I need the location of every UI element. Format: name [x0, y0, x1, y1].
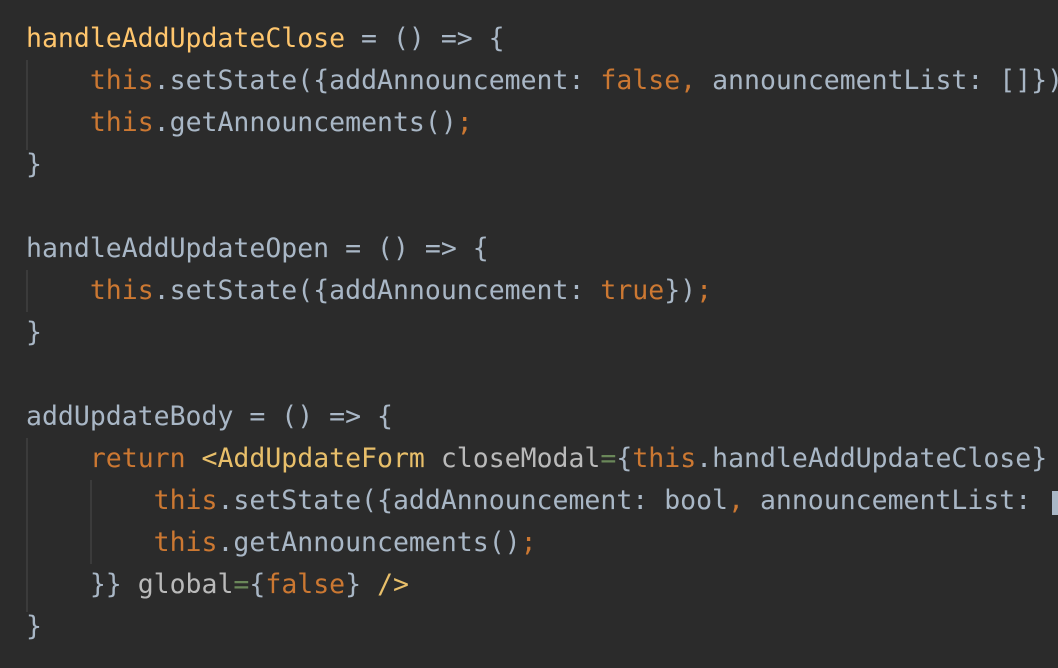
code-token: <AddUpdateForm	[201, 443, 441, 474]
code-token: .getAnnouncements()	[217, 527, 521, 558]
code-token: handleAddUpdateClose	[26, 23, 346, 54]
code-token: />	[377, 569, 409, 600]
code-token: = () => {	[345, 23, 505, 54]
code-token: addUpdateBody = () => {	[26, 401, 393, 432]
code-token: handleAddUpdateOpen = () => {	[26, 233, 489, 264]
code-token: .getAnnouncements()	[153, 107, 457, 138]
code-line[interactable]: }} global={false} />	[26, 564, 409, 606]
code-token: .setState({addAnnouncement: bool	[217, 485, 729, 516]
code-line[interactable]: this.getAnnouncements();	[26, 522, 537, 564]
code-token: =	[233, 569, 250, 600]
code-token: .setState({addAnnouncement:	[153, 65, 601, 96]
code-line[interactable]: }	[26, 312, 42, 354]
code-token: {	[249, 569, 266, 600]
code-token: global	[137, 569, 234, 600]
code-line[interactable]: }	[26, 144, 42, 186]
code-token: ;	[456, 107, 473, 138]
code-token: {	[616, 443, 633, 474]
code-token: false	[265, 569, 346, 600]
code-token: return	[89, 443, 202, 474]
code-line[interactable]: addUpdateBody = () => {	[26, 396, 393, 438]
code-editor[interactable]: handleAddUpdateClose = () => { this.setS…	[0, 0, 1058, 668]
code-token: }}	[26, 569, 138, 600]
code-token: ;	[696, 275, 713, 306]
code-line[interactable]: handleAddUpdateOpen = () => {	[26, 228, 489, 270]
code-line[interactable]: return <AddUpdateForm closeModal={this.h…	[26, 438, 1047, 480]
code-token: ,	[680, 65, 697, 96]
code-line[interactable]: this.setState({addAnnouncement: false, a…	[26, 60, 1058, 102]
code-token: true	[600, 275, 665, 306]
code-token: false	[600, 65, 681, 96]
code-token: announcementList: []})	[696, 65, 1058, 96]
code-token: this	[89, 275, 154, 306]
code-token: ,	[728, 485, 744, 516]
code-line[interactable]: this.getAnnouncements();	[26, 102, 473, 144]
code-token: }	[26, 611, 42, 642]
text-cursor	[1052, 491, 1058, 515]
code-token: this	[153, 485, 218, 516]
code-token: =	[600, 443, 617, 474]
code-token: }	[345, 569, 378, 600]
code-token: this	[89, 107, 154, 138]
code-line[interactable]: this.setState({addAnnouncement: bool, an…	[26, 480, 1047, 522]
code-line[interactable]: this.setState({addAnnouncement: true});	[26, 270, 712, 312]
code-token: ;	[520, 527, 537, 558]
code-token: .handleAddUpdateClose}	[696, 443, 1048, 474]
code-line[interactable]: }	[26, 606, 42, 648]
code-token: this	[89, 65, 154, 96]
code-token: this	[632, 443, 697, 474]
code-token: }	[26, 317, 42, 348]
code-token: .setState({addAnnouncement:	[153, 275, 601, 306]
code-token: this	[153, 527, 218, 558]
code-token: announcementList:	[743, 485, 1048, 516]
code-token: closeModal	[440, 443, 601, 474]
code-token: })	[664, 275, 697, 306]
code-line[interactable]: handleAddUpdateClose = () => {	[26, 18, 505, 60]
code-token: }	[26, 149, 42, 180]
